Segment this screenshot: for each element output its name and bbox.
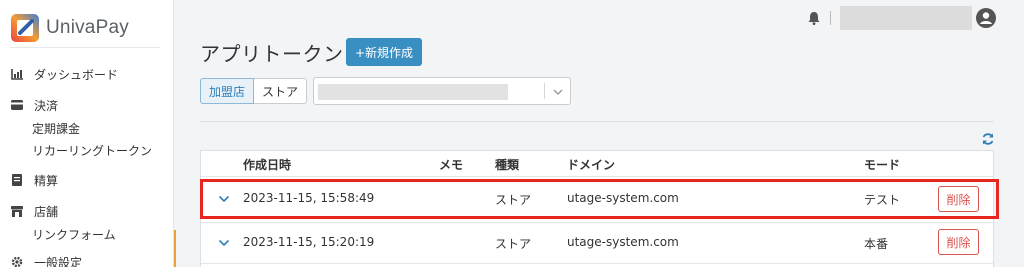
sidebar-item-link-form[interactable]: リンクフォーム: [0, 223, 174, 245]
token-mode: 本番: [864, 237, 889, 251]
page-title: アプリトークン: [200, 42, 344, 66]
token-type: ストア: [495, 237, 532, 251]
sidebar-item-label: ダッシュボード: [34, 67, 119, 82]
refresh-icon[interactable]: [981, 132, 995, 146]
token-domain: utage-system.com: [567, 235, 679, 249]
sidebar-item-subscriptions[interactable]: 定期課金: [0, 117, 174, 139]
gear-icon: [10, 255, 24, 267]
divider: [830, 11, 831, 25]
filter-merchant-button[interactable]: 加盟店: [200, 78, 255, 104]
sidebar: UnivaPay ダッシュボード 決済 定期課金 リカーリングトークン 精算 店…: [0, 0, 174, 267]
store-select[interactable]: [313, 77, 571, 105]
bell-icon[interactable]: [806, 10, 822, 26]
store-icon: [10, 204, 24, 218]
sidebar-item-label: 店舗: [34, 204, 59, 219]
sidebar-item-general-settings[interactable]: 一般設定: [0, 250, 174, 267]
divider: [200, 121, 994, 122]
column-header-mode: モード: [864, 158, 901, 172]
created-at: 2023-11-15, 15:20:19: [243, 235, 375, 249]
ledger-icon: [10, 173, 24, 187]
chevron-down-icon[interactable]: [218, 195, 230, 203]
new-token-button[interactable]: +新規作成: [346, 38, 422, 66]
brand-logo[interactable]: UnivaPay: [10, 12, 129, 44]
divider: [10, 47, 160, 48]
filter-store-button[interactable]: ストア: [254, 78, 308, 104]
sidebar-item-payments[interactable]: 決済: [0, 93, 174, 117]
sidebar-item-label: 決済: [34, 98, 59, 113]
column-header-created: 作成日時: [243, 158, 292, 172]
column-header-memo: メモ: [439, 158, 464, 172]
store-select-value-redacted: [318, 84, 508, 100]
univapay-logo-icon: [11, 14, 39, 42]
user-name-redacted[interactable]: [840, 6, 972, 30]
chevron-down-icon[interactable]: [218, 239, 230, 247]
delete-button[interactable]: 削除: [938, 186, 979, 212]
sidebar-item-settlements[interactable]: 精算: [0, 168, 174, 192]
sidebar-nav: ダッシュボード 決済 定期課金 リカーリングトークン 精算 店舗 リンクフォーム: [0, 62, 174, 267]
divider: [544, 83, 545, 99]
divider: [201, 176, 993, 177]
column-header-domain: ドメイン: [567, 158, 616, 172]
sidebar-item-dashboard[interactable]: ダッシュボード: [0, 62, 174, 86]
card-icon: [10, 98, 24, 112]
token-mode: テスト: [864, 193, 901, 207]
created-at: 2023-11-15, 15:58:49: [243, 191, 375, 205]
filter-toggle: 加盟店 ストア: [200, 78, 308, 104]
sidebar-item-label: 一般設定: [34, 255, 83, 267]
dashboard-icon: [10, 67, 24, 81]
delete-button[interactable]: 削除: [938, 229, 979, 255]
divider: [201, 263, 993, 264]
sidebar-item-stores[interactable]: 店舗: [0, 199, 174, 223]
scroll-indicator: [174, 230, 176, 267]
token-type: ストア: [495, 193, 532, 207]
divider: [201, 222, 993, 223]
chevron-down-icon: [553, 89, 563, 95]
token-domain: utage-system.com: [567, 191, 679, 205]
brand-name: UnivaPay: [46, 17, 129, 38]
column-header-type: 種類: [495, 158, 520, 172]
sidebar-item-label: 精算: [34, 173, 59, 188]
avatar-icon[interactable]: [976, 8, 996, 28]
sidebar-item-recurring-tokens[interactable]: リカーリングトークン: [0, 139, 174, 161]
